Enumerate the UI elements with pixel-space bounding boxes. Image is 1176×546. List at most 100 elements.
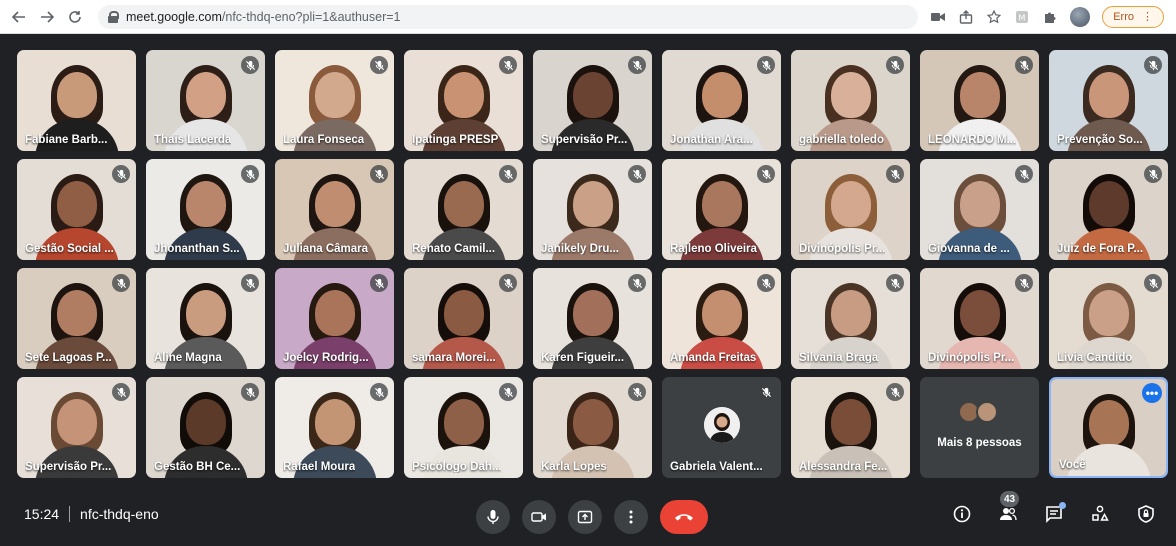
participant-tile[interactable]: Rafael Moura: [275, 377, 394, 478]
back-icon[interactable]: [8, 6, 30, 28]
address-bar[interactable]: meet.google.com/nfc-thdq-eno?pli=1&authu…: [98, 4, 919, 29]
mic-off-icon: [757, 383, 775, 401]
participant-tile[interactable]: Jhonanthan S...: [146, 159, 265, 260]
microphone-icon: [487, 510, 499, 524]
meeting-details-button[interactable]: [952, 504, 972, 524]
mic-off-icon: [499, 56, 517, 74]
participant-face: [314, 181, 355, 228]
mic-off-icon: [241, 56, 259, 74]
more-vert-icon: [629, 510, 633, 524]
participant-tile[interactable]: Gabriela Valent...: [662, 377, 781, 478]
participant-tile[interactable]: Alessandra Fe...: [791, 377, 910, 478]
participant-tile[interactable]: Giovanna de ...: [920, 159, 1039, 260]
self-view-tile[interactable]: ••• Você: [1049, 377, 1168, 478]
participant-name: Silvania Braga: [799, 352, 879, 364]
leave-call-button[interactable]: [660, 500, 708, 534]
camera-blocked-icon[interactable]: [930, 9, 946, 25]
participant-tile[interactable]: Psicólogo Dah...: [404, 377, 523, 478]
participant-tile[interactable]: Silvania Braga: [791, 268, 910, 369]
participant-name: Sete Lagoas P...: [25, 352, 112, 364]
participant-face: [185, 399, 226, 446]
mic-off-icon: [241, 165, 259, 183]
participant-tile[interactable]: Karla Lopes: [533, 377, 652, 478]
participant-name: Psicólogo Dah...: [412, 461, 502, 473]
extension-icon[interactable]: M: [1014, 9, 1030, 25]
participant-tile[interactable]: Prevenção So...: [1049, 50, 1168, 151]
participant-name: Thais Lacerda: [154, 134, 232, 146]
participant-face: [1088, 400, 1129, 447]
participant-tile[interactable]: samara Morei...: [404, 268, 523, 369]
participant-name: Karen Figueir...: [541, 352, 625, 364]
participant-tile[interactable]: Renato Camil...: [404, 159, 523, 260]
mic-off-icon: [370, 165, 388, 183]
participant-tile[interactable]: Laura Fonseca: [275, 50, 394, 151]
participant-face: [1088, 290, 1129, 337]
camera-button[interactable]: [522, 500, 556, 534]
participant-name: Janikely Dru...: [541, 243, 619, 255]
activities-button[interactable]: [1090, 504, 1110, 524]
participant-face: [959, 72, 1000, 119]
present-button[interactable]: [568, 500, 602, 534]
mic-off-icon: [370, 274, 388, 292]
participant-tile[interactable]: Gestão Social ...: [17, 159, 136, 260]
participant-tile[interactable]: Divinópolis Pr...: [791, 159, 910, 260]
participant-tile[interactable]: Ipatinga PRESP: [404, 50, 523, 151]
microphone-button[interactable]: [476, 500, 510, 534]
participant-tile[interactable]: Sete Lagoas P...: [17, 268, 136, 369]
more-participants-tile[interactable]: Mais 8 pessoas: [920, 377, 1039, 478]
participant-tile[interactable]: Janikely Dru...: [533, 159, 652, 260]
mic-off-icon: [370, 383, 388, 401]
participant-tile[interactable]: LEONARDO M...: [920, 50, 1039, 151]
error-button[interactable]: Erro ⋮: [1102, 5, 1164, 28]
participant-face: [830, 181, 871, 228]
mic-off-icon: [1144, 165, 1162, 183]
reload-icon[interactable]: [64, 6, 86, 28]
participant-tile[interactable]: Juiz de Fora P...: [1049, 159, 1168, 260]
participant-name: Supervisão Pr...: [25, 461, 112, 473]
chat-notification-dot: [1059, 502, 1066, 509]
share-icon[interactable]: [958, 9, 974, 25]
participant-face: [56, 399, 97, 446]
tile-options-button[interactable]: •••: [1142, 383, 1162, 403]
participant-tile[interactable]: Gestão BH Ce...: [146, 377, 265, 478]
participant-tile[interactable]: Supervisão Pr...: [17, 377, 136, 478]
participant-tile[interactable]: Aline Magna: [146, 268, 265, 369]
more-options-button[interactable]: [614, 500, 648, 534]
profile-avatar[interactable]: [1070, 6, 1091, 27]
participant-tile[interactable]: Juliana Câmara: [275, 159, 394, 260]
mic-off-icon: [757, 56, 775, 74]
host-controls-button[interactable]: [1136, 504, 1156, 524]
mic-off-icon: [757, 274, 775, 292]
participant-tile[interactable]: Rajleno Oliveira: [662, 159, 781, 260]
participant-tile[interactable]: Karen Figueir...: [533, 268, 652, 369]
puzzle-icon[interactable]: [1042, 9, 1058, 25]
present-screen-icon: [577, 510, 593, 524]
participant-face: [314, 72, 355, 119]
participant-tile[interactable]: Jonathan Ara...: [662, 50, 781, 151]
shield-lock-icon: [1138, 505, 1154, 523]
participant-name: Jhonanthan S...: [154, 243, 240, 255]
meeting-code: nfc-thdq-eno: [80, 506, 159, 522]
participant-tile[interactable]: gabriella toledo: [791, 50, 910, 151]
chat-button[interactable]: [1044, 502, 1066, 524]
participant-face: [314, 399, 355, 446]
camera-icon: [531, 512, 546, 522]
end-call-icon: [675, 514, 693, 521]
participant-tile[interactable]: Supervisão Pr...: [533, 50, 652, 151]
participant-tile[interactable]: Fabiane Barb...: [17, 50, 136, 151]
participant-tile[interactable]: Divinópolis Pr...: [920, 268, 1039, 369]
participant-name: Rafael Moura: [283, 461, 356, 473]
lock-icon[interactable]: [108, 10, 119, 23]
participant-tile[interactable]: Amanda Freitas: [662, 268, 781, 369]
participant-tile[interactable]: Thais Lacerda: [146, 50, 265, 151]
forward-icon[interactable]: [36, 6, 58, 28]
participant-tile[interactable]: Joelcy Rodrig...: [275, 268, 394, 369]
mic-off-icon: [628, 165, 646, 183]
mic-off-icon: [1144, 274, 1162, 292]
call-controls: [476, 500, 708, 534]
participant-tile[interactable]: Livia Candido: [1049, 268, 1168, 369]
bottom-bar: 15:24 nfc-thdq-eno 43: [0, 486, 1176, 546]
star-icon[interactable]: [986, 9, 1002, 25]
participants-button[interactable]: 43: [998, 491, 1020, 524]
url-path: /nfc-thdq-eno?pli=1&authuser=1: [221, 9, 401, 24]
